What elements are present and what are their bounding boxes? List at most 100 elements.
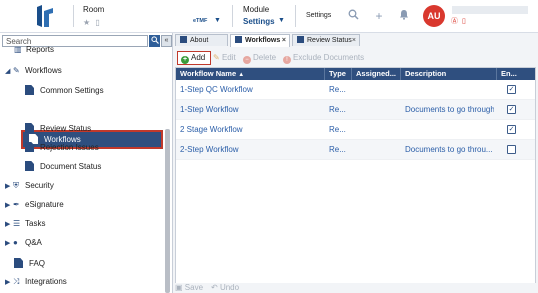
edit-button[interactable]: ✎ Edit — [213, 53, 236, 62]
module-label: Module — [243, 5, 270, 14]
sidebar-item-integrations[interactable]: ▶ ⤨ Integrations — [5, 277, 67, 287]
cell-workflow-name[interactable]: 2 Stage Workflow — [180, 125, 320, 134]
tab-review-status[interactable]: Review Status × — [292, 34, 360, 46]
pencil-icon: ✎ — [213, 53, 220, 62]
tab-about[interactable]: About — [175, 34, 228, 46]
sidebar: « ▥Reports ◢✎Workflows Common Settings W… — [0, 33, 173, 293]
admin-badge-icon: Ⓐ — [451, 18, 458, 25]
undo-icon: ↶ — [211, 283, 218, 292]
table-row[interactable]: 2 Stage Workflow Re... ✓ — [176, 120, 535, 140]
user-avatar[interactable]: AU — [423, 5, 445, 27]
pen-icon: ✒ — [13, 200, 20, 209]
document-icon — [25, 123, 34, 133]
chevron-right-icon[interactable]: ▶ — [5, 239, 13, 247]
document-icon — [297, 36, 304, 43]
user-status-icons: Ⓐ ▯ — [451, 16, 466, 26]
cell-workflow-name[interactable]: 1-Step QC Workflow — [180, 85, 320, 94]
chevron-right-icon[interactable]: ▶ — [5, 201, 13, 209]
cell-type: Re... — [329, 145, 346, 154]
sidebar-item-review-status[interactable]: Review Status — [25, 123, 91, 133]
column-header-workflow-name[interactable]: Workflow Name ▲ — [180, 68, 244, 80]
sidebar-item-common-settings[interactable]: Common Settings — [25, 85, 104, 95]
exclude-documents-button[interactable]: ! Exclude Documents — [283, 53, 364, 64]
sidebar-item-tasks[interactable]: ▶ ☰ Tasks — [5, 219, 45, 228]
chevron-right-icon[interactable]: ▶ — [5, 220, 13, 228]
close-icon[interactable]: × — [282, 35, 286, 46]
chevron-down-icon[interactable]: ◢ — [5, 67, 13, 75]
save-button[interactable]: ▣ Save — [175, 283, 203, 292]
cell-description: Documents to go throu... — [405, 145, 493, 154]
pencil-icon: ✎ — [13, 66, 20, 75]
user-name-redacted — [452, 6, 528, 14]
cell-type: Re... — [329, 125, 346, 134]
table-row[interactable]: 1-Step Workflow Re... Documents to go th… — [176, 100, 535, 120]
minus-circle-icon: − — [243, 56, 251, 64]
bell-icon[interactable] — [397, 9, 411, 23]
close-icon[interactable]: × — [352, 35, 356, 46]
column-divider[interactable] — [400, 68, 401, 80]
column-header-description[interactable]: Description — [405, 68, 446, 80]
chevron-down-icon[interactable]: ▼ — [214, 17, 221, 24]
document-icon — [25, 142, 34, 152]
phone-icon: ▯ — [95, 18, 100, 27]
sidebar-item-rejection-issues[interactable]: Rejection Issues — [25, 142, 99, 152]
plus-icon[interactable]: + — [372, 9, 386, 23]
column-header-assigned[interactable]: Assigned... — [356, 68, 396, 80]
collapse-sidebar-button[interactable]: « — [161, 35, 172, 47]
sidebar-scrollbar[interactable] — [165, 129, 170, 293]
shield-icon: ⛨ — [13, 181, 19, 190]
delete-button[interactable]: − Delete — [243, 53, 276, 64]
chevron-down-icon[interactable]: ▼ — [278, 17, 285, 24]
search-icon[interactable] — [346, 9, 360, 23]
enabled-checkbox[interactable] — [507, 145, 516, 154]
document-icon — [235, 36, 242, 43]
document-icon — [25, 85, 34, 95]
cell-workflow-name[interactable]: 2-Step Workflow — [180, 145, 320, 154]
enabled-checkbox[interactable]: ✓ — [507, 105, 516, 114]
undo-button[interactable]: ↶ Undo — [211, 283, 239, 292]
enabled-checkbox[interactable]: ✓ — [507, 85, 516, 94]
table-row[interactable]: 1-Step QC Workflow Re... ✓ — [176, 80, 535, 100]
column-header-type[interactable]: Type — [329, 68, 346, 80]
phone-icon: ▯ — [461, 18, 466, 25]
chevron-right-icon[interactable]: ▶ — [5, 278, 13, 286]
table-row[interactable]: 2-Step Workflow Re... Documents to go th… — [176, 140, 535, 160]
document-icon — [14, 258, 23, 268]
document-icon — [180, 36, 187, 43]
cell-workflow-name[interactable]: 1-Step Workflow — [180, 105, 320, 114]
search-button[interactable] — [149, 35, 160, 47]
chevron-right-icon[interactable]: ▶ — [5, 182, 13, 190]
divider — [73, 5, 74, 27]
column-divider[interactable] — [496, 68, 497, 80]
module-selector-value[interactable]: Settings — [243, 17, 275, 26]
grid-header: Workflow Name ▲ Type Assigned... Descrip… — [176, 68, 535, 80]
column-divider[interactable] — [351, 68, 352, 80]
tab-workflows[interactable]: Workflows × — [230, 34, 290, 47]
sidebar-item-qa[interactable]: ▶ ● Q&A — [5, 238, 42, 247]
app-logo-icon[interactable] — [34, 3, 56, 29]
sidebar-item-security[interactable]: ▶ ⛨ Security — [5, 181, 54, 191]
add-button[interactable]: + Add — [177, 51, 211, 65]
cell-description: Documents to go through... — [405, 105, 494, 114]
divider — [295, 5, 296, 27]
save-icon: ▣ — [175, 283, 183, 292]
tasks-icon: ☰ — [13, 219, 21, 228]
sidebar-item-document-status[interactable]: Document Status — [25, 161, 101, 171]
settings-link[interactable]: Settings — [306, 12, 331, 19]
column-header-enabled[interactable]: En... — [501, 68, 517, 80]
top-bar: Room ★ ▯ eTMF ▼ Module Settings ▼ Settin… — [0, 0, 538, 33]
cell-type: Re... — [329, 105, 346, 114]
main-panel: About Workflows × Review Status × + Add ✎… — [173, 33, 538, 293]
integrations-icon: ⤨ — [13, 277, 20, 286]
divider — [232, 5, 233, 27]
room-selector-value[interactable]: eTMF — [193, 18, 207, 24]
star-icon[interactable]: ★ — [83, 18, 90, 27]
plus-icon: + — [181, 56, 189, 64]
sidebar-item-workflows-group[interactable]: ◢ ✎ Workflows — [5, 66, 62, 75]
column-divider[interactable] — [324, 68, 325, 80]
sidebar-item-reports[interactable]: ▥ Reports — [14, 45, 54, 54]
sidebar-item-faq[interactable]: FAQ — [14, 258, 45, 268]
toolbar: + Add ✎ Edit − Delete ! Exclude Documents — [175, 51, 536, 66]
enabled-checkbox[interactable]: ✓ — [507, 125, 516, 134]
sidebar-item-esignature[interactable]: ▶ ✒ eSignature — [5, 200, 64, 209]
